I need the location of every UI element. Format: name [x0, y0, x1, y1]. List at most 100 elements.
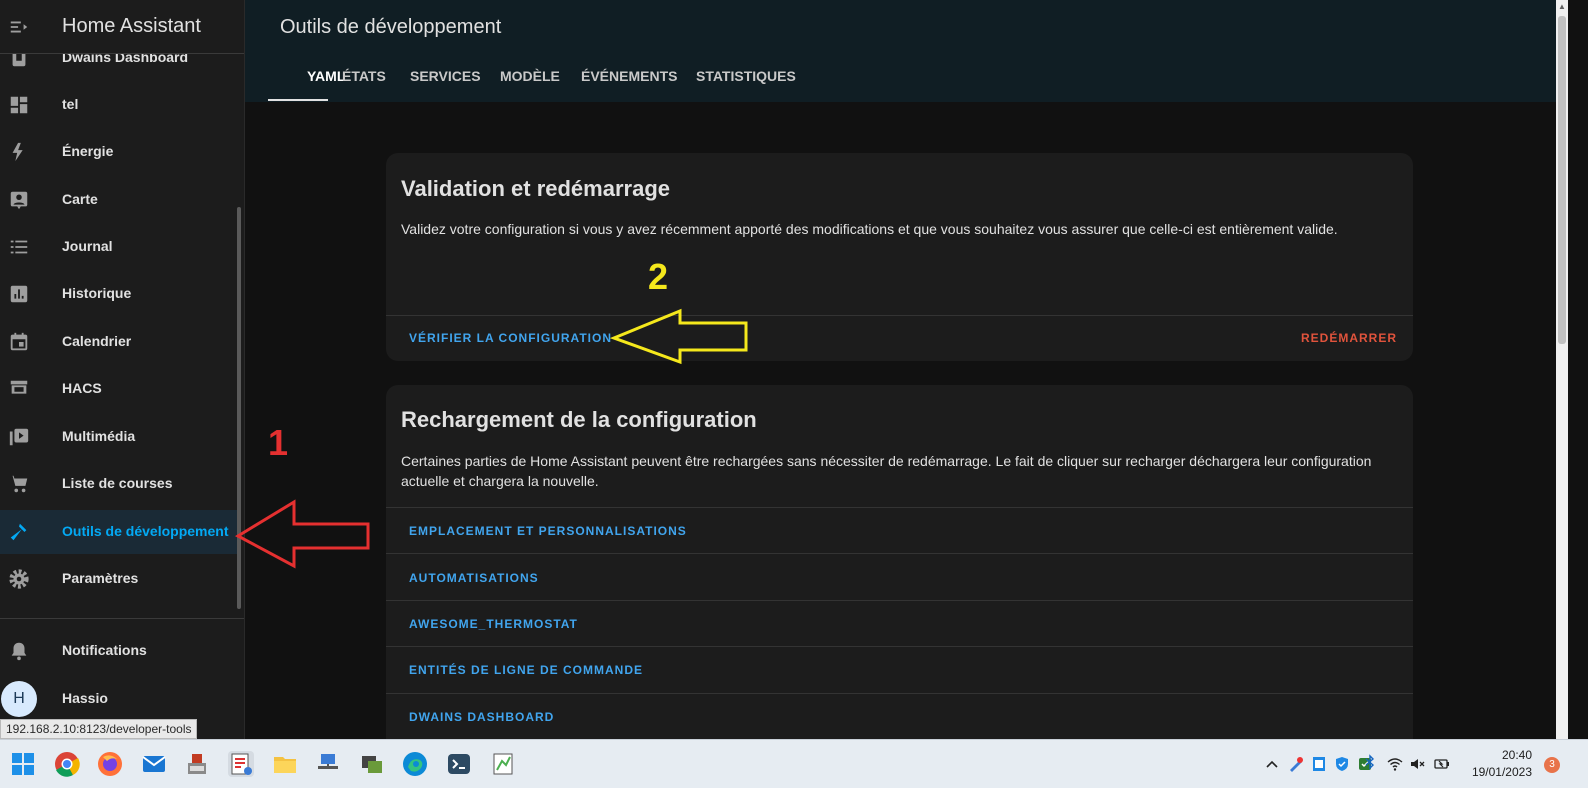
toolbar: Outils de développement YAML ÉTATS SERVI…	[245, 0, 1556, 102]
reload-card-description: Certaines parties de Home Assistant peuv…	[401, 453, 1372, 489]
sidebar-item-label: Journal	[62, 238, 113, 254]
card-divider	[386, 600, 1413, 601]
sidebar-item-energie[interactable]: Énergie	[0, 130, 240, 174]
tab-etats[interactable]: ÉTATS	[342, 68, 386, 84]
calendar-icon	[10, 332, 28, 351]
sidebar-divider	[0, 618, 244, 619]
reload-item-automations[interactable]: AUTOMATISATIONS	[409, 571, 539, 585]
cog-icon	[9, 569, 29, 589]
cart-icon	[9, 475, 28, 493]
chrome-icon[interactable]	[54, 751, 80, 777]
edge-icon[interactable]	[402, 751, 428, 777]
network-app-icon[interactable]	[315, 751, 341, 777]
snipping-tool-icon[interactable]	[228, 751, 254, 777]
defender-shield-icon[interactable]	[1334, 756, 1350, 772]
card-divider	[386, 507, 1413, 508]
sidebar-item-label: Carte	[62, 191, 98, 207]
notification-badge[interactable]: 3	[1544, 757, 1560, 773]
sidebar-item-journal[interactable]: Journal	[0, 225, 240, 269]
card-divider	[386, 646, 1413, 647]
bell-icon	[11, 642, 27, 661]
mail-icon[interactable]	[141, 751, 167, 777]
windows-taskbar: 20:40 19/01/2023 3	[0, 739, 1588, 788]
sidebar-item-label: Paramètres	[62, 570, 139, 586]
card-divider	[386, 693, 1413, 694]
sidebar-item-tel[interactable]: tel	[0, 83, 240, 127]
home-assistant-app: Home Assistant Dwains Dashboard tel Éner…	[0, 0, 1588, 765]
notepad-plus-icon[interactable]	[490, 751, 516, 777]
sidebar-header: Home Assistant	[0, 0, 244, 54]
sidebar-item-notifications[interactable]: Notifications	[0, 629, 240, 673]
annotation-number-2: 2	[648, 256, 669, 297]
reload-item-core[interactable]: EMPLACEMENT ET PERSONNALISATIONS	[409, 524, 687, 538]
card-divider	[386, 553, 1413, 554]
annotation-arrow-red-icon	[234, 499, 370, 569]
map-account-icon	[10, 191, 28, 210]
hammer-icon	[10, 523, 27, 541]
page-title: Outils de développement	[280, 16, 502, 38]
firefox-icon[interactable]	[97, 751, 123, 777]
sidebar-item-parametres[interactable]: Paramètres	[0, 557, 240, 601]
view-dashboard-icon	[10, 96, 28, 114]
card-divider	[386, 315, 1413, 316]
tab-modele[interactable]: MODÈLE	[500, 68, 560, 84]
sidebar-item-label: Multimédia	[62, 428, 136, 444]
tray-app-icon[interactable]	[1288, 756, 1304, 772]
reload-item-awesome-thermostat[interactable]: AWESOME_THERMOSTAT	[409, 617, 578, 631]
restart-button[interactable]: REDÉMARRER	[1301, 331, 1397, 345]
bluetooth-icon[interactable]	[1362, 754, 1378, 770]
chevron-up-icon[interactable]	[1264, 756, 1280, 772]
menu-collapse-icon[interactable]	[8, 16, 30, 38]
terminal-app-icon[interactable]	[446, 751, 472, 777]
annotation-arrow-yellow-icon	[609, 308, 748, 365]
clock-time[interactable]: 20:40	[1492, 748, 1532, 762]
play-box-multiple-icon	[9, 428, 29, 446]
page-scrollbar[interactable]: ▲ ▼	[1556, 0, 1568, 749]
windows-start-icon[interactable]	[10, 751, 36, 777]
sidebar-item-label: tel	[62, 96, 79, 112]
list-icon	[10, 240, 28, 254]
reload-card-title: Rechargement de la configuration	[401, 407, 757, 432]
tray-doc-icon[interactable]	[1311, 756, 1327, 772]
avatar[interactable]: H	[1, 681, 37, 717]
tab-yaml[interactable]: YAML	[307, 68, 345, 84]
reload-item-dwains-dashboard[interactable]: DWAINS DASHBOARD	[409, 710, 554, 724]
battery-icon[interactable]	[1434, 756, 1450, 772]
hacs-store-icon	[10, 380, 28, 394]
sidebar-item-label: Historique	[62, 285, 132, 301]
sidebar-item-liste-de-courses[interactable]: Liste de courses	[0, 462, 240, 506]
installer-icon[interactable]	[184, 751, 210, 777]
clock-date[interactable]: 19/01/2023	[1462, 765, 1532, 779]
sidebar-item-label: Énergie	[62, 143, 114, 159]
tab-statistiques[interactable]: STATISTIQUES	[696, 68, 796, 84]
lightning-icon	[12, 142, 23, 162]
scroll-up-arrow-icon[interactable]: ▲	[1558, 2, 1566, 12]
url-tooltip: 192.168.2.10:8123/developer-tools	[0, 719, 198, 739]
sidebar-item-multimedia[interactable]: Multimédia	[0, 415, 240, 459]
scroll-thumb[interactable]	[1558, 16, 1566, 344]
check-config-button[interactable]: VÉRIFIER LA CONFIGURATION	[409, 331, 612, 345]
sidebar-item-label: HACS	[62, 380, 102, 396]
notifications-label: Notifications	[62, 642, 147, 658]
app-title: Home Assistant	[62, 15, 201, 37]
chart-box-icon	[10, 285, 28, 303]
reload-item-command-line[interactable]: ENTITÉS DE LIGNE DE COMMANDE	[409, 663, 643, 677]
sidebar-item-hacs[interactable]: HACS	[0, 367, 240, 411]
file-explorer-icon[interactable]	[272, 751, 298, 777]
validation-card-title: Validation et redémarrage	[401, 176, 670, 201]
tab-evenements[interactable]: ÉVÉNEMENTS	[581, 68, 677, 84]
volume-muted-icon[interactable]	[1410, 756, 1426, 772]
tab-services[interactable]: SERVICES	[410, 68, 481, 84]
sidebar-item-label: Liste de courses	[62, 475, 173, 491]
user-name: Hassio	[62, 690, 108, 706]
reload-config-card: Rechargement de la configuration Certain…	[386, 385, 1413, 765]
annotation-number-1: 1	[268, 422, 289, 463]
sidebar-item-historique[interactable]: Historique	[0, 272, 240, 316]
sidebar-item-outils-de-developpement[interactable]: Outils de développement	[0, 510, 240, 554]
sidebar-item-calendrier[interactable]: Calendrier	[0, 320, 240, 364]
active-tab-indicator	[268, 99, 328, 101]
validation-card: Validation et redémarrage Validez votre …	[386, 153, 1413, 361]
sidebar-item-carte[interactable]: Carte	[0, 178, 240, 222]
vm-app-icon[interactable]	[359, 751, 385, 777]
wifi-icon[interactable]	[1387, 756, 1403, 772]
